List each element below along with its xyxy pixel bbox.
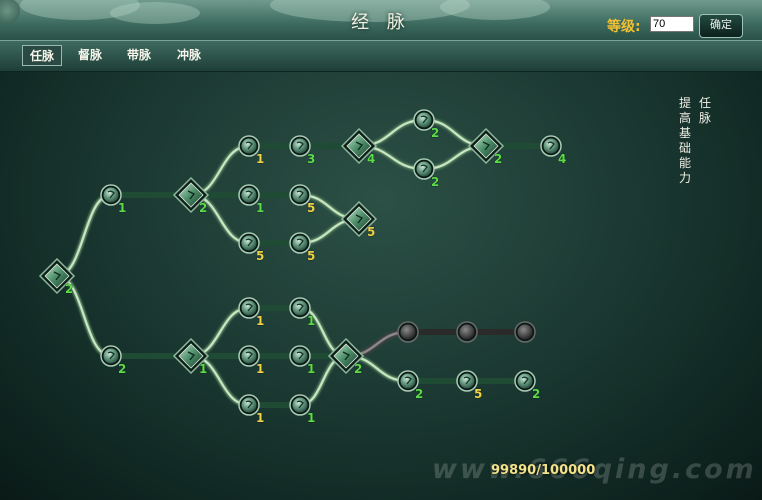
- tablet-icon: [416, 112, 432, 128]
- node-level-label: 5: [307, 201, 315, 215]
- spiral-icon: [241, 348, 257, 364]
- node-level-label: 5: [307, 249, 315, 263]
- node-level-label: 1: [256, 152, 264, 166]
- sword-icon: [543, 138, 559, 154]
- claw-icon: [517, 373, 533, 389]
- fist-icon: [241, 138, 257, 154]
- node-level-label: 1: [256, 201, 264, 215]
- node-level-label: 5: [256, 249, 264, 263]
- meridian-link: [56, 193, 112, 278]
- meridian-node-i1[interactable]: [397, 321, 419, 343]
- shield-icon: [241, 300, 257, 316]
- shield-icon: [241, 235, 257, 251]
- blank-node-icon: [103, 187, 119, 203]
- node-level-label: 2: [354, 362, 362, 376]
- description-title: 任脉: [698, 96, 711, 125]
- blank-node-icon: [292, 397, 308, 413]
- description-text: 提高基础能力: [678, 96, 691, 185]
- node-level-label: 1: [307, 411, 315, 425]
- node-level-label: 5: [367, 225, 375, 239]
- hammer-icon: [241, 397, 257, 413]
- blank-node-icon: [400, 373, 416, 389]
- node-level-label: 1: [307, 314, 315, 328]
- node-layer: 2 1 2 1 3 4 2 2 2 4 1 5 5 5 5 2 1 1 1 1 1 1 1 2 2 5 2: [38, 109, 567, 425]
- node-level-label: 2: [431, 126, 439, 140]
- node-level-label: 2: [532, 387, 540, 401]
- blade-icon: [292, 300, 308, 316]
- meridian-description: 任脉 提高基础能力: [676, 96, 716, 206]
- meridian-window: 经 脉 等级: 确定 任脉 督脉 带脉 冲脉: [0, 0, 762, 500]
- node-level-label: 2: [415, 387, 423, 401]
- leaf-icon: [292, 138, 308, 154]
- node-level-label: 2: [199, 201, 207, 215]
- node-level-label: 1: [256, 314, 264, 328]
- node-level-label: 1: [256, 362, 264, 376]
- node-level-label: 2: [65, 282, 73, 296]
- node-level-label: 2: [431, 175, 439, 189]
- locked-node-icon: [517, 324, 533, 340]
- locked-node-icon: [459, 324, 475, 340]
- node-level-label: 3: [307, 152, 315, 166]
- node-level-label: 4: [558, 152, 566, 166]
- hammer-icon: [103, 348, 119, 364]
- meridian-node-i2[interactable]: [456, 321, 478, 343]
- spiral-icon: [241, 187, 257, 203]
- node-level-label: 2: [494, 152, 502, 166]
- feather-icon: [292, 235, 308, 251]
- node-level-label: 1: [256, 411, 264, 425]
- meridian-node-i3[interactable]: [514, 321, 536, 343]
- node-level-label: 1: [199, 362, 207, 376]
- leaf-icon: [292, 348, 308, 364]
- boot-icon: [292, 187, 308, 203]
- node-level-label: 1: [118, 201, 126, 215]
- node-level-label: 1: [307, 362, 315, 376]
- blank-node-icon: [459, 373, 475, 389]
- node-level-label: 2: [118, 362, 126, 376]
- node-level-label: 5: [474, 387, 482, 401]
- points-counter: 99890/100000: [491, 463, 596, 478]
- locked-node-icon: [400, 324, 416, 340]
- blank-node-icon: [416, 161, 432, 177]
- node-level-label: 4: [367, 152, 375, 166]
- meridian-tree: 2 1 2 1 3 4 2 2 2 4 1 5 5 5 5 2 1 1 1 1 1 1 1 2 2 5 2: [38, 109, 567, 425]
